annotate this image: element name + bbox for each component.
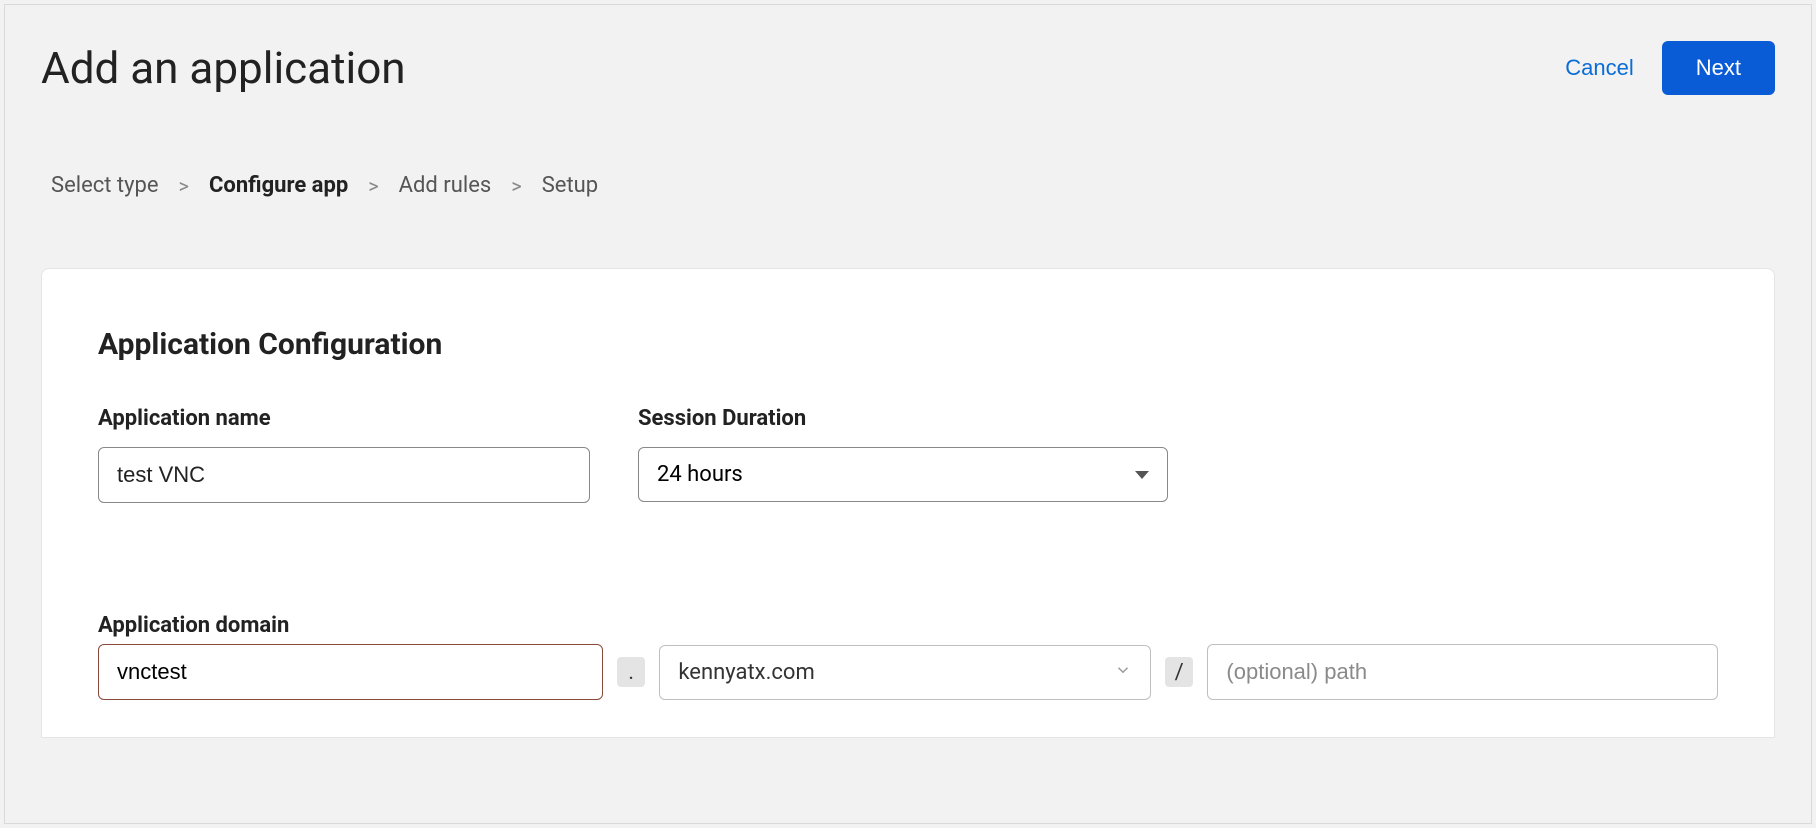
breadcrumb-step-configure-app: Configure app bbox=[209, 173, 348, 198]
section-title: Application Configuration bbox=[98, 327, 1718, 362]
breadcrumb-step-add-rules: Add rules bbox=[399, 173, 492, 198]
header-actions: Cancel Next bbox=[1565, 41, 1775, 95]
session-duration-label: Session Duration bbox=[638, 406, 1168, 431]
domain-select-value: kennyatx.com bbox=[678, 660, 814, 685]
breadcrumb-step-setup: Setup bbox=[542, 173, 598, 198]
next-button[interactable]: Next bbox=[1662, 41, 1775, 95]
config-card: Application Configuration Application na… bbox=[41, 268, 1775, 738]
cancel-button[interactable]: Cancel bbox=[1565, 55, 1633, 81]
chevron-right-icon: > bbox=[368, 174, 378, 198]
session-duration-value: 24 hours bbox=[657, 462, 743, 487]
subdomain-input[interactable] bbox=[98, 644, 603, 700]
chevron-right-icon: > bbox=[179, 174, 189, 198]
app-name-label: Application name bbox=[98, 406, 590, 431]
app-domain-label: Application domain bbox=[98, 613, 289, 638]
caret-down-icon bbox=[1135, 471, 1149, 479]
domain-select[interactable]: kennyatx.com bbox=[659, 645, 1151, 700]
path-input[interactable] bbox=[1207, 644, 1718, 700]
slash-separator: / bbox=[1165, 657, 1193, 687]
dot-separator: . bbox=[617, 657, 645, 687]
app-name-input[interactable] bbox=[98, 447, 590, 503]
breadcrumb-step-select-type[interactable]: Select type bbox=[51, 173, 159, 198]
page-title: Add an application bbox=[41, 42, 406, 94]
breadcrumb: Select type > Configure app > Add rules … bbox=[5, 95, 1811, 198]
chevron-down-icon bbox=[1114, 660, 1132, 684]
session-duration-select[interactable]: 24 hours bbox=[638, 447, 1168, 502]
chevron-right-icon: > bbox=[511, 174, 521, 198]
